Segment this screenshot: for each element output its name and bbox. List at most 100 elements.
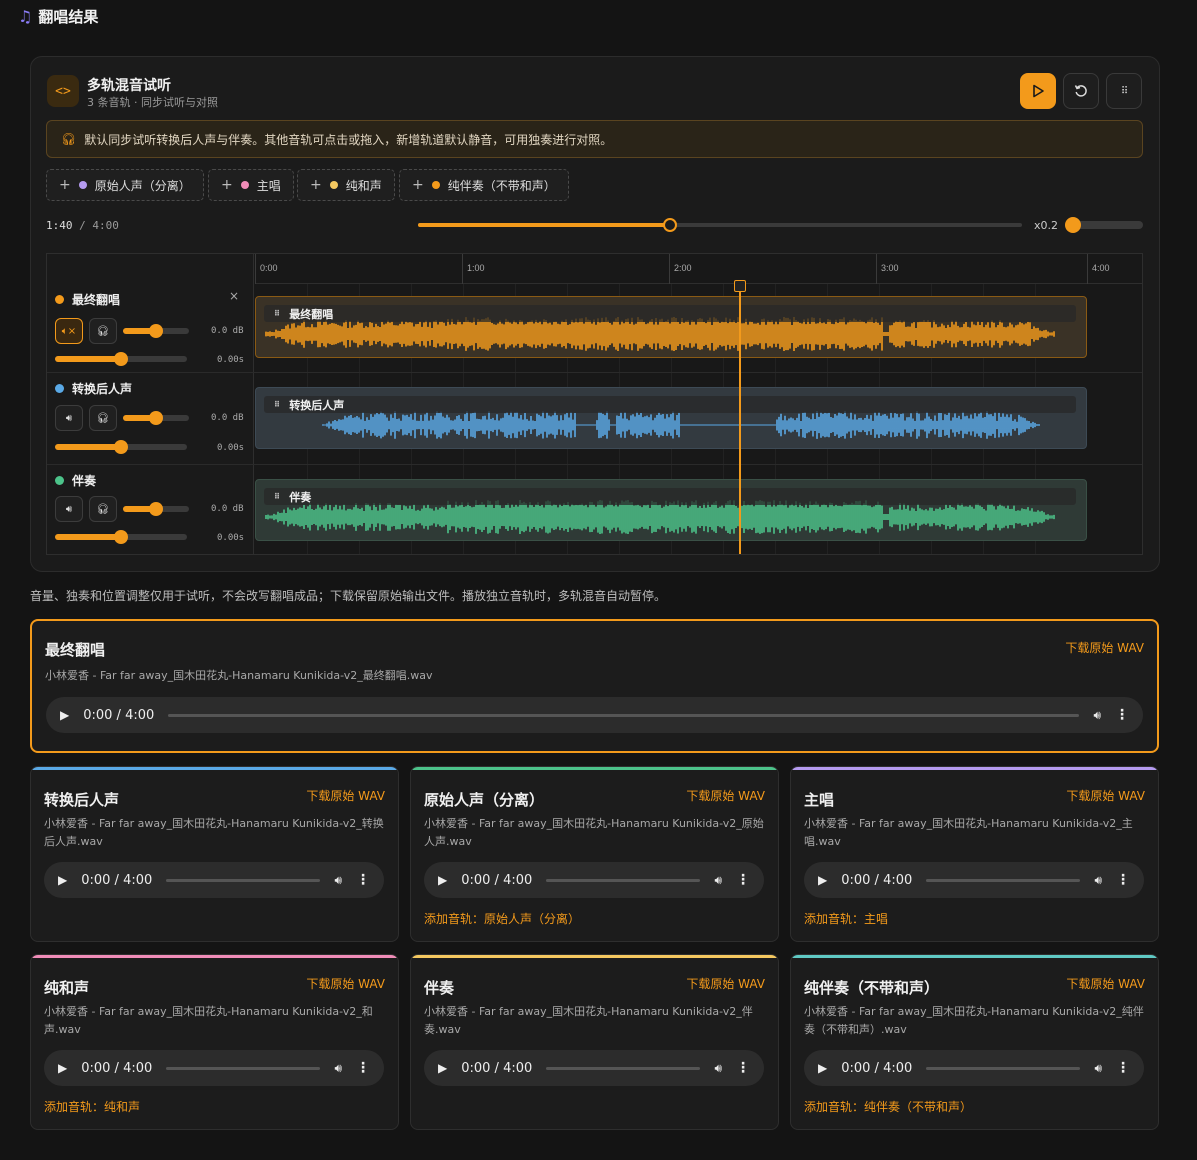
player-progress[interactable] (546, 878, 701, 882)
offset-knob[interactable] (114, 352, 128, 366)
offset-knob[interactable] (114, 530, 128, 544)
audio-player[interactable]: ▶ 0:00 / 4:00 🔊︎ ⋮ (804, 862, 1144, 898)
volume-icon[interactable]: 🔊︎ (714, 873, 722, 888)
more-vertical-icon[interactable]: ⋮ (736, 872, 750, 888)
download-wav-link[interactable]: 下载原始 WAV (1065, 639, 1144, 656)
audio-player[interactable]: ▶ 0:00 / 4:00 🔊︎ ⋮ (424, 1050, 764, 1086)
card-title: 原始人声（分离） (424, 791, 545, 809)
mute-button[interactable]: 🔈︎× (55, 318, 83, 344)
output-card: 伴奏 下载原始 WAV 小林爱香 - Far far away_国木田花丸-Hana… (410, 954, 779, 1130)
play-icon[interactable]: ▶ (438, 873, 447, 887)
audio-player[interactable]: ▶ 0:00 / 4:00 🔊︎ ⋮ (804, 1050, 1144, 1086)
volume-icon[interactable]: 🔊︎ (714, 1061, 722, 1076)
drag-grip-icon[interactable]: ⠿ (274, 400, 280, 409)
offset-slider[interactable] (55, 352, 187, 366)
card-accent-bar (411, 767, 778, 770)
current-time: 1:40 (46, 219, 73, 232)
player-progress[interactable] (166, 1066, 321, 1070)
drag-grip-icon[interactable]: ⠿ (274, 309, 280, 318)
audio-player[interactable]: ▶ 0:00 / 4:00 🔊︎ ⋮ (46, 697, 1143, 733)
audio-player[interactable]: ▶ 0:00 / 4:00 🔊︎ ⋮ (424, 862, 764, 898)
zoom-knob[interactable] (1065, 217, 1081, 233)
player-progress[interactable] (926, 1066, 1081, 1070)
clip-accompaniment[interactable]: ⠿ 伴奏 (255, 479, 1087, 541)
playhead-handle[interactable] (733, 280, 746, 292)
volume-icon[interactable]: 🔊︎ (334, 1061, 342, 1076)
audio-player[interactable]: ▶ 0:00 / 4:00 🔊︎ ⋮ (44, 1050, 384, 1086)
more-vertical-icon[interactable]: ⋮ (1116, 872, 1130, 888)
player-progress[interactable] (546, 1066, 701, 1070)
add-to-mix-link[interactable]: 添加音轨：纯伴奏（不带和声） (804, 1098, 972, 1115)
play-icon[interactable]: ▶ (58, 1061, 67, 1075)
volume-knob[interactable] (149, 324, 163, 338)
card-title: 纯和声 (44, 979, 90, 997)
add-track-original-vocal[interactable]: + 原始人声（分离） (46, 169, 204, 201)
playhead[interactable] (733, 280, 746, 554)
more-vertical-icon[interactable]: ⋮ (356, 872, 370, 888)
solo-button[interactable]: 🎧︎ (89, 318, 117, 344)
track-color-dot (55, 295, 64, 304)
drag-grip-icon[interactable]: ⠿ (274, 492, 280, 501)
download-wav-link[interactable]: 下载原始 WAV (686, 787, 765, 804)
mute-button[interactable]: 🔊︎ (55, 405, 83, 431)
download-wav-link[interactable]: 下载原始 WAV (1066, 787, 1145, 804)
waveform-path (322, 411, 1040, 439)
clip-final-cover[interactable]: ⠿ 最终翻唱 (255, 296, 1087, 358)
offset-knob[interactable] (114, 440, 128, 454)
play-icon[interactable]: ▶ (58, 873, 67, 887)
zoom-slider[interactable] (1065, 217, 1143, 233)
audio-player[interactable]: ▶ 0:00 / 4:00 🔊︎ ⋮ (44, 862, 384, 898)
clip-label[interactable]: ⠿ 最终翻唱 (264, 305, 1076, 322)
clip-label[interactable]: ⠿ 转换后人声 (264, 396, 1076, 413)
play-icon[interactable]: ▶ (60, 708, 69, 722)
add-track-harmony[interactable]: + 纯和声 (297, 169, 395, 201)
clip-label[interactable]: ⠿ 伴奏 (264, 488, 1076, 505)
volume-slider[interactable] (123, 411, 189, 425)
add-track-lead[interactable]: + 主唱 (208, 169, 294, 201)
player-progress[interactable] (166, 878, 321, 882)
download-wav-link[interactable]: 下载原始 WAV (306, 975, 385, 992)
add-to-mix-link[interactable]: 添加音轨：主唱 (804, 910, 888, 927)
volume-slider[interactable] (123, 502, 189, 516)
reset-button[interactable] (1063, 73, 1099, 109)
download-wav-link[interactable]: 下载原始 WAV (1066, 975, 1145, 992)
close-icon[interactable]: × (229, 289, 239, 303)
volume-icon[interactable]: 🔊︎ (1094, 1061, 1102, 1076)
output-card: 原始人声（分离） 下载原始 WAV 小林爱香 - Far far away_国木田花… (410, 766, 779, 942)
volume-icon[interactable]: 🔊︎ (1094, 873, 1102, 888)
add-to-mix-link[interactable]: 添加音轨：原始人声（分离） (424, 910, 580, 927)
player-progress[interactable] (168, 713, 1080, 717)
play-icon[interactable]: ▶ (818, 1061, 827, 1075)
solo-button[interactable]: 🎧︎ (89, 405, 117, 431)
track-color-dot (55, 476, 64, 485)
volume-icon[interactable]: 🔊︎ (1093, 708, 1101, 723)
player-time: 0:00 / 4:00 (841, 872, 913, 888)
offset-slider[interactable] (55, 530, 187, 544)
mute-button[interactable]: 🔊︎ (55, 496, 83, 522)
clip-converted-vocal[interactable]: ⠿ 转换后人声 (255, 387, 1087, 449)
player-progress[interactable] (926, 878, 1081, 882)
add-to-mix-link[interactable]: 添加音轨：纯和声 (44, 1098, 140, 1115)
timeline-ruler[interactable]: 0:00 1:00 2:00 3:00 4:00 (255, 254, 1142, 284)
more-vertical-icon[interactable]: ⋮ (1115, 707, 1129, 723)
track-name-text: 伴奏 (72, 474, 97, 488)
more-options-button[interactable]: ⠿ (1106, 73, 1142, 109)
offset-slider[interactable] (55, 440, 187, 454)
more-vertical-icon[interactable]: ⋮ (356, 1060, 370, 1076)
solo-button[interactable]: 🎧︎ (89, 496, 117, 522)
volume-icon[interactable]: 🔊︎ (334, 873, 342, 888)
add-track-instrumental[interactable]: + 纯伴奏（不带和声） (399, 169, 569, 201)
more-vertical-icon[interactable]: ⋮ (1116, 1060, 1130, 1076)
volume-knob[interactable] (149, 502, 163, 516)
play-all-button[interactable] (1020, 73, 1056, 109)
download-wav-link[interactable]: 下载原始 WAV (306, 787, 385, 804)
download-wav-link[interactable]: 下载原始 WAV (686, 975, 765, 992)
more-vertical-icon[interactable]: ⋮ (736, 1060, 750, 1076)
play-icon[interactable]: ▶ (818, 873, 827, 887)
seek-slider[interactable] (418, 218, 1022, 232)
seek-knob[interactable] (662, 218, 677, 232)
volume-knob[interactable] (149, 411, 163, 425)
volume-slider[interactable] (123, 324, 189, 338)
play-icon[interactable]: ▶ (438, 1061, 447, 1075)
card-filename: 小林爱香 - Far far away_国木田花丸-Hanamaru Kunik… (804, 1005, 1144, 1036)
